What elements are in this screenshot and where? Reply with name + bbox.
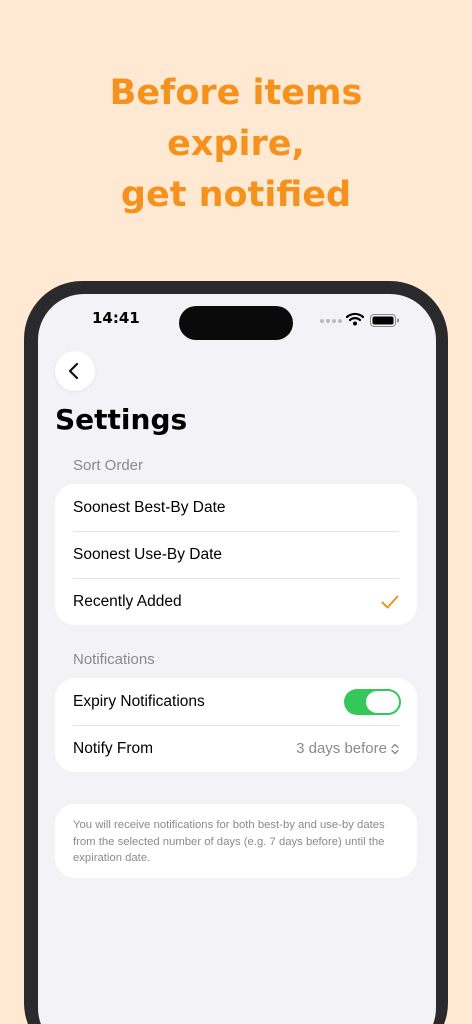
promo-line-2: expire,	[167, 124, 305, 164]
sort-option-best-by[interactable]: Soonest Best-By Date	[55, 484, 417, 531]
expiry-notifications-label: Expiry Notifications	[73, 692, 205, 710]
notify-from-value: 3 days before	[296, 740, 387, 757]
signal-dots-icon	[320, 319, 342, 323]
sort-option-label: Recently Added	[73, 592, 182, 610]
sort-order-section-label: Sort Order	[73, 457, 144, 474]
notifications-section-label: Notifications	[73, 651, 155, 668]
promo-headline: Before items expire, get notified	[0, 68, 472, 221]
status-time: 14:41	[92, 309, 140, 327]
battery-icon	[370, 314, 399, 327]
sort-option-label: Soonest Use-By Date	[73, 545, 223, 563]
notification-info-note: You will receive notifications for both …	[55, 804, 417, 878]
promo-line-3: get notified	[120, 175, 352, 215]
dynamic-island	[179, 306, 293, 340]
toggle-knob	[366, 690, 399, 713]
chevron-left-icon	[68, 362, 79, 380]
sort-option-use-by[interactable]: Soonest Use-By Date	[55, 531, 417, 578]
sort-option-recently-added[interactable]: Recently Added	[55, 578, 417, 625]
promo-line-1: Before items	[109, 73, 363, 113]
notify-from-picker[interactable]: 3 days before	[296, 740, 399, 757]
sort-option-label: Soonest Best-By Date	[73, 498, 226, 516]
expiry-notifications-row: Expiry Notifications	[55, 678, 417, 725]
back-button[interactable]	[55, 351, 95, 391]
phone-screen: 14:41 Settings Sort Order Soonest Best-B…	[38, 294, 436, 1024]
notifications-card: Expiry Notifications Notify From 3 days …	[55, 678, 417, 772]
checkmark-icon	[381, 595, 399, 608]
page-title: Settings	[55, 403, 188, 436]
chevron-up-down-icon	[391, 743, 399, 754]
notify-from-label: Notify From	[73, 739, 154, 757]
expiry-notifications-toggle[interactable]	[344, 688, 401, 715]
wifi-icon	[346, 312, 364, 326]
notify-from-row: Notify From 3 days before	[55, 725, 417, 772]
sort-order-card: Soonest Best-By Date Soonest Use-By Date…	[55, 484, 417, 625]
